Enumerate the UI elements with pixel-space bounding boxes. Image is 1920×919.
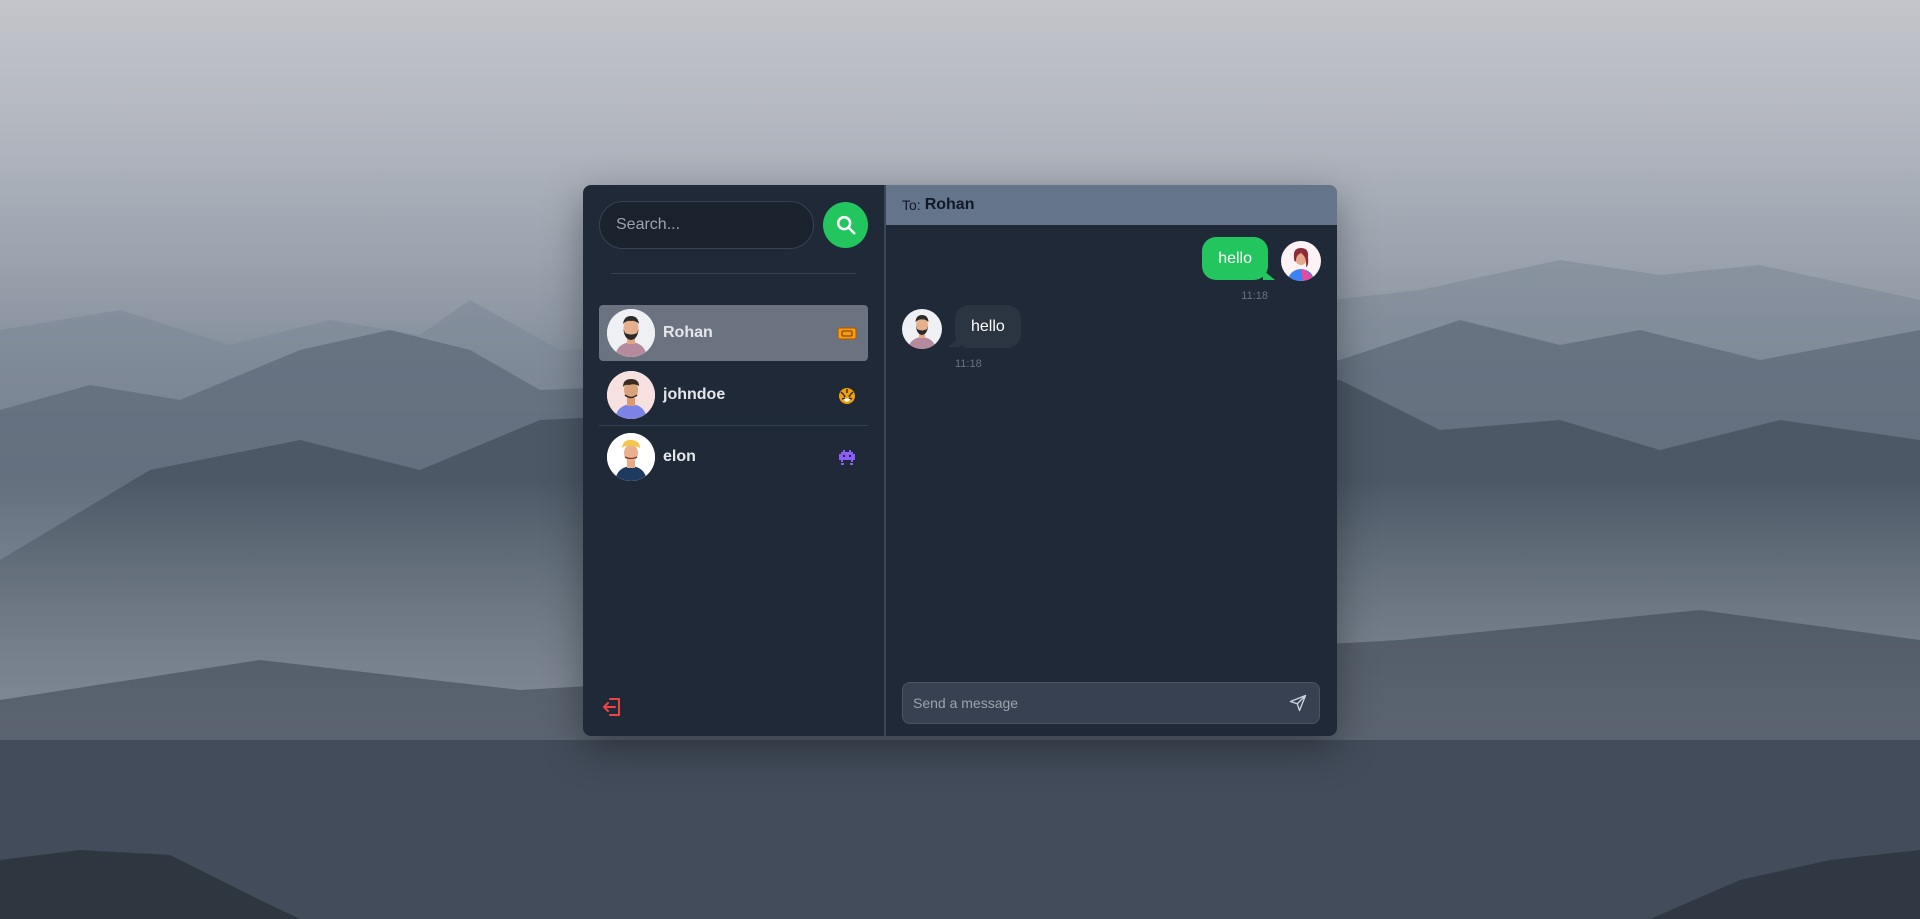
- conversation-divider: [599, 425, 868, 426]
- conversation-name: Rohan: [663, 324, 713, 341]
- logout-icon[interactable]: [600, 695, 624, 719]
- space-invader-icon: [839, 450, 855, 465]
- conversation-list: Rohan johndoe elon: [599, 305, 868, 485]
- message-list: hello 11:18 hello 11:18: [886, 225, 1337, 370]
- avatar: [607, 309, 655, 357]
- chat-app-window: Rohan johndo: [583, 185, 1337, 736]
- bubble-tail: [1263, 270, 1275, 280]
- ticket-icon: [837, 327, 857, 340]
- avatar: [607, 433, 655, 481]
- send-button[interactable]: [1289, 693, 1309, 713]
- recipient-name: Rohan: [924, 196, 975, 213]
- send-icon: [1289, 694, 1307, 712]
- conversation-name: elon: [663, 448, 696, 465]
- search-icon: [836, 215, 856, 235]
- avatar: [1281, 241, 1321, 281]
- sidebar: Rohan johndo: [583, 185, 886, 736]
- message-bubble: hello: [1202, 237, 1268, 280]
- to-label: To:: [902, 197, 921, 213]
- message-time: 11:18: [955, 358, 982, 370]
- conversation-item-elon[interactable]: elon: [599, 429, 868, 485]
- message-incoming: hello 11:18: [902, 297, 1321, 370]
- message-composer: [902, 682, 1320, 724]
- conversation-name: johndoe: [663, 386, 726, 403]
- search-form: [599, 201, 868, 249]
- message-input[interactable]: [913, 695, 1289, 711]
- avatar: [902, 309, 942, 349]
- sidebar-divider: [611, 273, 856, 274]
- search-input[interactable]: [599, 201, 814, 249]
- chat-panel: To: Rohan hello 11:18 hello 11:18 Send a…: [886, 185, 1337, 736]
- conversation-item-johndoe[interactable]: johndoe: [599, 367, 868, 423]
- avatar: [607, 371, 655, 419]
- conversation-item-rohan[interactable]: Rohan: [599, 305, 868, 361]
- chat-header: To: Rohan: [886, 185, 1337, 225]
- message-bubble: hello: [955, 305, 1021, 348]
- tiger-icon: [839, 388, 855, 404]
- search-button[interactable]: [823, 202, 868, 248]
- message-outgoing: hello 11:18: [902, 225, 1321, 302]
